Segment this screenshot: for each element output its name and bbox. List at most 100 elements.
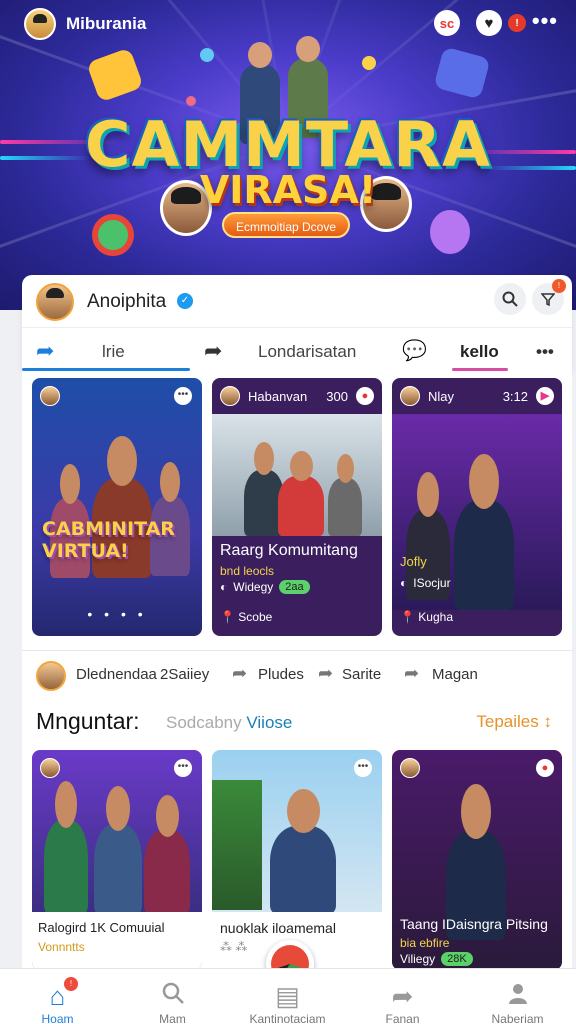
nav-inbox[interactable]: ▤ Kantinotaciam — [230, 969, 345, 1024]
meta-pill: 2aa — [279, 580, 310, 594]
card-meta: ◐ ISocjur — [400, 576, 451, 590]
play-icon: ◐ — [400, 576, 408, 590]
card-subtitle: bnd leocls — [220, 564, 275, 578]
filter-icon[interactable]: ! — [532, 279, 566, 315]
share-arrow-icon: ➦ — [232, 663, 248, 683]
speech-bubble-icon: 💬 — [402, 340, 427, 362]
profile-avatar[interactable] — [36, 283, 74, 321]
home-icon: ⌂ — [49, 981, 66, 1011]
more-options-icon[interactable]: ••• — [532, 8, 558, 34]
tab-lrie[interactable]: lrie — [102, 342, 125, 362]
profile-name[interactable]: Anoiphita — [87, 291, 166, 313]
card-menu-icon[interactable]: ••• — [174, 759, 192, 777]
search-icon[interactable] — [494, 283, 526, 315]
chat-badge-icon[interactable]: sc — [434, 10, 460, 36]
nav-home[interactable]: ⌂ ! Hoam — [0, 969, 115, 1024]
hero-banner[interactable]: Miburania sc ♥ ! ••• CAMMTARA VIRASA! Ec… — [0, 0, 576, 310]
person-figure — [270, 789, 336, 914]
alert-badge[interactable]: ! — [508, 14, 526, 32]
meta-pill: 28K — [441, 952, 473, 966]
person-figure — [328, 453, 362, 536]
notification-dot: ! — [552, 279, 566, 293]
avatar[interactable] — [40, 386, 60, 406]
card-photo — [212, 414, 382, 536]
card-subtitle: bia ebfire — [400, 936, 450, 950]
confetti — [197, 45, 217, 65]
video-card[interactable]: ••• Ralogird 1K Comuuial Vonnntts — [32, 750, 202, 970]
floating-3d-shape — [86, 47, 144, 103]
carousel-dots[interactable]: • • • • — [32, 606, 202, 622]
card-title: Jofly — [400, 554, 427, 569]
stat-text: 2Saiiey — [160, 666, 210, 683]
card-subtitle: ⁂ ⁂ — [220, 940, 248, 954]
hero-subtitle: VIRASA! — [199, 168, 377, 212]
action-sarite[interactable]: Sarite — [342, 666, 381, 683]
hero-pill-button[interactable]: Ecmmoitiap Dcove — [222, 212, 350, 238]
heart-icon[interactable]: ♥ — [476, 10, 502, 36]
video-card[interactable]: ••• CABMINITAR VIRTUA! • • • • — [32, 378, 202, 636]
red-badge-icon[interactable]: ● — [356, 387, 374, 405]
palm-tree — [212, 780, 262, 910]
card-count: 300 — [326, 389, 348, 404]
person-figure — [144, 794, 190, 914]
video-card[interactable]: ••• nuoklak iloamemal ⁂ ⁂ — [212, 750, 382, 970]
tab-bar: ➦ lrie ➦ Londarisatan 💬 kello ••• — [22, 327, 572, 371]
reply-arrow-icon: ➦ — [404, 663, 420, 683]
video-card[interactable]: Nlay 3:12 ▶ Jofly ◐ ISocjur 📍 Kugha — [392, 378, 562, 636]
card-meta: Viliegy 28K — [400, 952, 473, 966]
share-arrow-icon: ➦ — [36, 338, 55, 363]
profile-card: Anoiphita ✓ ! ➦ lrie ➦ Londarisatan 💬 ke… — [22, 275, 572, 371]
card-footer: Ralogird 1K Comuuial Vonnntts — [32, 912, 202, 970]
card-meta: ◐ Widegy 2aa — [220, 580, 310, 594]
card-menu-icon[interactable]: ••• — [354, 759, 372, 777]
profile-icon — [506, 981, 530, 1012]
app-name: Miburania — [66, 14, 147, 33]
user-name[interactable]: Dlednendaa — [76, 666, 157, 683]
avatar[interactable] — [36, 661, 66, 691]
person-figure — [278, 450, 324, 536]
top-bar: Miburania sc ♥ ! ••• — [0, 6, 576, 40]
card-title: Ralogird 1K Comuuial — [38, 920, 165, 935]
card-author: Habanvan — [248, 388, 308, 404]
app-avatar[interactable] — [24, 8, 56, 40]
confetti — [186, 96, 196, 106]
floating-3d-character — [430, 210, 470, 254]
card-title: Taang IDaisngra Pitsing — [400, 916, 548, 932]
forward-arrow-icon: ➦ — [204, 338, 223, 363]
card-subtitle: Vonnntts — [38, 940, 85, 954]
avatar[interactable] — [400, 758, 420, 778]
avatar[interactable] — [40, 758, 60, 778]
card-author: Nlay — [428, 388, 455, 404]
pin-icon: 📍 — [400, 610, 415, 624]
action-magan[interactable]: Magan — [432, 666, 478, 683]
nav-profile[interactable]: Naberiam — [460, 969, 575, 1024]
avatar[interactable] — [400, 386, 420, 406]
section-title: Mnguntar: — [36, 708, 140, 734]
bottom-nav: ⌂ ! Hoam Mam ▤ Kantinotaciam ➦ Fanan Nab… — [0, 968, 576, 1024]
more-options-icon[interactable]: ••• — [536, 342, 554, 362]
video-card[interactable]: ● Taang IDaisngra Pitsing bia ebfire Vil… — [392, 750, 562, 970]
action-row: Dlednendaa 2Saiiey ➦ Pludes ➦ Sarite ➦ M… — [22, 650, 572, 696]
share-icon: ➦ — [391, 981, 414, 1011]
card-title: nuoklak iloamemal — [220, 920, 336, 936]
card-menu-icon[interactable]: ••• — [174, 387, 192, 405]
avatar[interactable] — [220, 386, 240, 406]
card-count: 3:12 — [502, 389, 528, 404]
play-badge-icon[interactable]: ▶ — [536, 387, 554, 405]
pin-icon: 📍 — [220, 610, 235, 624]
section-sub-link[interactable]: Viiose — [246, 713, 292, 732]
person-figure — [454, 453, 514, 610]
nav-share[interactable]: ➦ Fanan — [345, 969, 460, 1024]
person-figure — [44, 780, 88, 914]
video-card[interactable]: Habanvan 300 ● Raarg Komumitang bnd leoc… — [212, 378, 382, 636]
red-badge-icon[interactable]: ● — [536, 759, 554, 777]
person-figure — [94, 786, 142, 914]
nav-search[interactable]: Mam — [115, 969, 230, 1024]
location-label: 📍 Scobe — [220, 610, 273, 624]
see-all-link[interactable]: Tepailes ↕ — [476, 712, 552, 732]
location-label: 📍 Kugha — [400, 610, 453, 624]
action-pludes[interactable]: Pludes — [258, 666, 304, 683]
floating-3d-shape — [433, 46, 491, 100]
tab-londarisatan[interactable]: Londarisatan — [258, 342, 356, 362]
tab-kello[interactable]: kello — [460, 342, 499, 362]
